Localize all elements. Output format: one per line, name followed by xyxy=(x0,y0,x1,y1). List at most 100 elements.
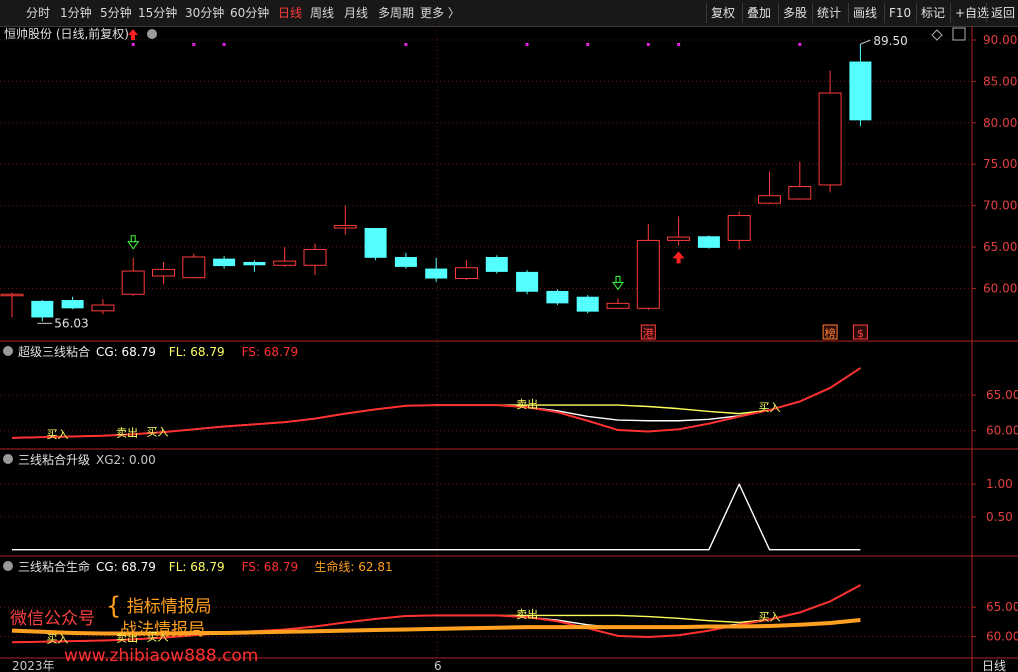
event-badge-label: $ xyxy=(857,327,864,340)
signal-dot xyxy=(404,43,408,46)
signal-label: 买入 xyxy=(46,633,68,646)
toolbar-button-3[interactable]: 统计 xyxy=(812,3,845,23)
indicator-title: 超级三线粘合 xyxy=(18,344,90,359)
candle-body xyxy=(636,239,660,309)
watermark-url: www.zhibiaow888.com xyxy=(64,646,258,666)
green-down-arrow-icon xyxy=(612,275,624,291)
xaxis-year-label: 2023年 xyxy=(12,659,55,672)
candle-body xyxy=(758,195,781,204)
signal-dot xyxy=(525,43,529,46)
series-line-FS xyxy=(11,367,861,439)
toolbar-button-8[interactable]: 返回 xyxy=(986,3,1018,23)
candle-body xyxy=(333,225,357,229)
price-tick-label: 60.00 xyxy=(983,281,1017,295)
price-tick-label: 75.00 xyxy=(983,157,1017,171)
red-up-arrow-icon xyxy=(672,251,685,264)
indicator-legend: FS: 68.79 xyxy=(242,345,299,359)
signal-dot xyxy=(586,43,590,46)
red-up-arrow-icon xyxy=(128,29,138,40)
candle-body xyxy=(849,61,872,121)
top-toolbar: 分时 1分钟 5分钟 15分钟 30分钟 60分钟 日线 周线 月线 多周期 更多 〉 复权 叠加 多股统… xyxy=(0,0,1018,27)
xaxis-month-label: 6 xyxy=(434,659,442,672)
candle-body xyxy=(394,256,417,267)
candle-body xyxy=(667,236,691,241)
max-price-label: 89.50 xyxy=(873,34,907,48)
chevron-down-icon xyxy=(3,561,13,571)
watermark-url-text: www.zhibiaow888.com xyxy=(64,646,259,666)
toolbar-button-5[interactable]: F10 xyxy=(884,3,915,23)
chevron-down-icon xyxy=(3,454,13,464)
indicator-tick-label: 65.00 xyxy=(986,600,1018,614)
candle-body xyxy=(546,290,569,304)
price-tick-label: 65.00 xyxy=(983,240,1017,254)
chart-area: 90.00 85.00 80.00 75.00 70.00 65.00 60.00 恒帅股份 … xyxy=(0,26,1018,672)
min-price-label: 56.03 xyxy=(54,316,88,330)
candle-body xyxy=(788,186,812,200)
period-tab-2[interactable]: 5分钟 xyxy=(100,0,132,26)
indicator-legend: CG: 68.79 xyxy=(96,345,156,359)
indicator-tick-label: 60.00 xyxy=(986,629,1018,643)
diamond-icon xyxy=(931,29,943,41)
candle-body xyxy=(516,271,539,292)
indicator-legend: 生命线: 62.81 xyxy=(314,559,392,574)
indicator-legend: FL: 68.79 xyxy=(169,345,225,359)
period-tab-4[interactable]: 30分钟 xyxy=(185,0,224,26)
indicator-legend: CG: 68.79 xyxy=(96,560,156,574)
watermark-wechat-label: 微信公众号 xyxy=(10,609,95,629)
signal-label: 买入 xyxy=(759,401,781,414)
signal-label: 卖出 xyxy=(516,397,538,411)
toolbar-button-4[interactable]: 画线 xyxy=(848,3,881,23)
toolbar-button-0[interactable]: 复权 xyxy=(706,3,739,23)
toolbar-button-6[interactable]: 标记 xyxy=(916,3,949,23)
max-label-leader xyxy=(860,39,871,45)
signal-dot xyxy=(798,43,802,46)
stock-title: 恒帅股份 (日线,前复权) xyxy=(4,26,129,41)
signal-dot xyxy=(222,43,226,46)
signal-dot xyxy=(646,43,650,46)
panel-settings-icon xyxy=(952,27,966,41)
toolbar-button-2[interactable]: 多股 xyxy=(778,3,811,23)
candle-body xyxy=(303,249,327,266)
signal-label: 买入 xyxy=(46,428,68,441)
price-tick-label: 85.00 xyxy=(983,74,1017,88)
indicator-legend: XG2: 0.00 xyxy=(96,453,156,467)
toolbar-button-1[interactable]: 叠加 xyxy=(742,3,775,23)
indicator-legend: FS: 68.79 xyxy=(242,560,299,574)
signal-label: 卖出 xyxy=(516,607,538,621)
brace-icon: { xyxy=(106,592,122,620)
signal-label: 买入 xyxy=(759,611,781,624)
candle-body xyxy=(727,215,751,241)
period-tab-10[interactable]: 更多 〉 xyxy=(420,0,460,26)
period-label: 日线 xyxy=(982,659,1006,672)
chevron-down-icon xyxy=(147,29,157,39)
candle-body xyxy=(697,236,720,248)
candle-body xyxy=(213,258,236,267)
period-tab-9[interactable]: 多周期 xyxy=(378,0,414,26)
signal-dot xyxy=(192,43,196,46)
period-tab-8[interactable]: 月线 xyxy=(344,0,368,26)
candle-body xyxy=(576,296,599,312)
watermark-brand: { 指标情报局 战法情报局 xyxy=(106,592,212,642)
indicator-tick-label: 0.50 xyxy=(986,510,1013,524)
candle-body xyxy=(818,92,842,186)
period-tab-0[interactable]: 分时 xyxy=(26,0,50,26)
watermark-line2: 战法情报局 xyxy=(120,620,205,640)
candle-body xyxy=(61,300,84,309)
indicator-title: 三线粘合生命 xyxy=(18,559,90,574)
period-tab-3[interactable]: 15分钟 xyxy=(138,0,177,26)
candle-body xyxy=(91,304,115,312)
series-line-CG xyxy=(11,367,861,439)
period-tab-1[interactable]: 1分钟 xyxy=(60,0,92,26)
candle-body xyxy=(485,256,508,272)
indicator-tick-label: 1.00 xyxy=(986,477,1013,491)
candle-body xyxy=(243,261,266,266)
signal-dot xyxy=(677,43,681,46)
candle-body xyxy=(273,260,297,266)
candle-body xyxy=(455,267,478,280)
candle-body xyxy=(182,256,206,279)
candle-body xyxy=(425,268,448,279)
signal-label: 卖出 xyxy=(116,426,138,440)
period-tab-7[interactable]: 周线 xyxy=(310,0,334,26)
period-tab-5[interactable]: 60分钟 xyxy=(230,0,269,26)
period-tab-6[interactable]: 日线 xyxy=(278,0,302,26)
